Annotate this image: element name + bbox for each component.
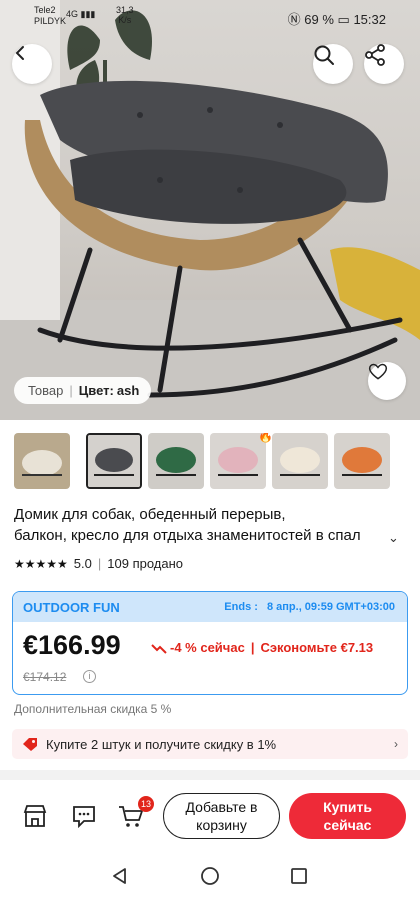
thumbnail-image xyxy=(334,433,390,489)
product-page: Tele2 PILDYK 4G ▮▮▮ 31,3 K/s Ⓝ 69 % ▭ 15… xyxy=(0,0,420,900)
add-to-cart-label-2: корзину xyxy=(196,817,247,833)
heart-icon xyxy=(368,363,388,380)
thumbnail-orange[interactable] xyxy=(334,433,390,489)
battery-level: 69 % xyxy=(304,12,334,27)
product-title[interactable]: Домик для собак, обеденный перерыв, балк… xyxy=(14,504,404,546)
nfc-icon: Ⓝ xyxy=(287,12,301,27)
rocking-chair-photo xyxy=(0,0,420,420)
title-line-1: Домик для собак, обеденный перерыв, xyxy=(14,506,286,523)
title-line-2: балкон, кресло для отдыха знаменитостей … xyxy=(14,527,361,544)
star-rating-icon: ★★★★★ xyxy=(14,556,68,571)
color-value: ash xyxy=(116,383,140,398)
ends-label: Ends : xyxy=(224,601,258,613)
current-price: €166.99 xyxy=(23,630,121,660)
nav-recents-icon[interactable] xyxy=(290,867,308,885)
chevron-right-icon: › xyxy=(394,737,398,751)
cart-count-badge: 13 xyxy=(138,796,155,812)
extra-discount: Дополнительная скидка 5 % xyxy=(14,702,172,716)
network-speed: 31,3 K/s xyxy=(116,5,134,25)
thumbnail-beige[interactable] xyxy=(14,433,70,489)
thumbnail-image xyxy=(14,433,70,489)
original-price: €174.12 xyxy=(23,670,67,684)
thumbnail-gray[interactable] xyxy=(86,433,142,489)
chevron-left-icon xyxy=(15,46,24,60)
discount-percent: -4 % сейчас xyxy=(170,640,245,655)
thumbnail-image xyxy=(272,433,328,489)
thumbnail-image xyxy=(148,433,204,489)
rating-value: 5.0 xyxy=(73,556,92,571)
nav-home-icon[interactable] xyxy=(200,866,220,886)
sold-count: 109 продано xyxy=(107,556,184,571)
buy-now-button[interactable]: Купить сейчас xyxy=(289,793,406,839)
buy-now-label-1: Купить xyxy=(323,799,372,815)
discount-tag: -4 % сейчас | Сэкономьте €7.13 xyxy=(151,640,373,655)
wishlist-button[interactable] xyxy=(368,362,406,400)
back-button[interactable] xyxy=(12,44,52,84)
signal-icon: 4G ▮▮▮ xyxy=(66,9,96,19)
bulk-promo-banner[interactable]: Купите 2 штук и получите скидку в 1% › xyxy=(12,729,408,759)
carrier: Tele2 PILDYK xyxy=(34,5,67,26)
deal-card: OUTDOOR FUN Ends : 8 апр., 09:59 GMT+03:… xyxy=(12,591,408,695)
store-icon[interactable] xyxy=(21,802,49,830)
buy-now-label-2: сейчас xyxy=(323,817,372,833)
share-button[interactable] xyxy=(364,44,404,84)
tag-icon xyxy=(23,738,37,751)
add-to-cart-button[interactable]: Добавьте в корзину xyxy=(163,793,280,839)
rating-row[interactable]: ★★★★★ 5.0 | 109 продано xyxy=(14,556,183,571)
battery-icon: ▭ xyxy=(337,12,350,27)
hot-icon: 🔥 xyxy=(258,433,273,443)
bottom-action-bar: 13 Добавьте в корзину Купить сейчас xyxy=(0,784,420,850)
ends-value: 8 апр., 09:59 GMT+03:00 xyxy=(266,601,395,613)
deal-countdown: Ends : 8 апр., 09:59 GMT+03:00 xyxy=(224,601,395,613)
thumbnail-green[interactable] xyxy=(148,433,204,489)
discount-divider: | xyxy=(250,640,255,655)
clock: 15:32 xyxy=(353,12,386,27)
deal-header: OUTDOOR FUN Ends : 8 апр., 09:59 GMT+03:… xyxy=(13,592,407,622)
rating-divider: | xyxy=(97,556,102,571)
pill-divider: | xyxy=(69,383,73,398)
deal-body: €166.99 -4 % сейчас | Сэкономьте €7.13 €… xyxy=(13,622,407,694)
product-hero-image[interactable]: Tele2 PILDYK 4G ▮▮▮ 31,3 K/s Ⓝ 69 % ▭ 15… xyxy=(0,0,420,420)
thumbnail-cream[interactable] xyxy=(272,433,328,489)
promo-text: Купите 2 штук и получите скидку в 1% xyxy=(46,736,277,752)
share-icon xyxy=(365,44,385,66)
search-button[interactable] xyxy=(313,44,353,84)
save-amount: Сэкономьте €7.13 xyxy=(260,640,374,655)
variant-selector[interactable]: Товар | Цвет: ash xyxy=(14,377,152,404)
chat-icon[interactable] xyxy=(70,802,98,830)
nav-back-icon[interactable] xyxy=(110,866,130,886)
variant-label: Товар xyxy=(28,383,64,398)
section-divider xyxy=(0,770,420,780)
expand-title-icon[interactable]: ⌄ xyxy=(388,530,399,546)
thumbnail-image xyxy=(88,435,140,487)
deal-brand: OUTDOOR FUN xyxy=(23,599,120,615)
color-label: Цвет: xyxy=(78,383,114,398)
status-bar: Tele2 PILDYK 4G ▮▮▮ 31,3 K/s Ⓝ 69 % ▭ 15… xyxy=(0,0,420,32)
info-icon[interactable]: i xyxy=(83,670,96,683)
arrow-down-icon xyxy=(151,643,167,654)
system-nav-bar xyxy=(0,852,420,900)
variant-thumbnails: 🔥 xyxy=(14,433,420,491)
status-right: Ⓝ 69 % ▭ 15:32 xyxy=(288,9,386,28)
search-icon xyxy=(314,45,334,65)
add-to-cart-label-1: Добавьте в xyxy=(185,799,258,815)
